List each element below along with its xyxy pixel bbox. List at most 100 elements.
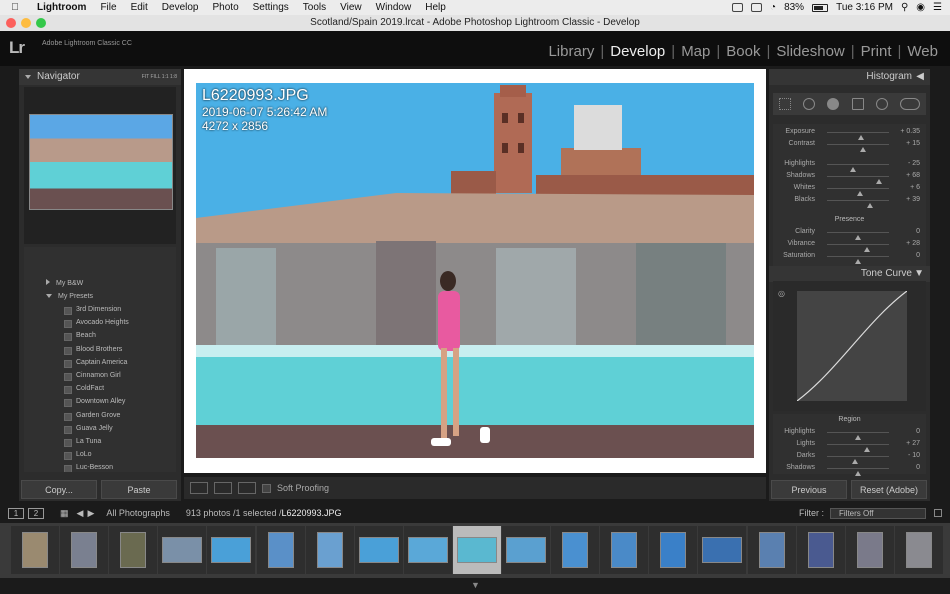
menu-edit[interactable]: Edit [124,2,155,13]
slider-track[interactable] [827,188,889,196]
crop-tool-icon[interactable] [779,98,792,110]
collapse-triangle-icon[interactable] [46,294,52,298]
filmstrip-thumbnail[interactable] [698,526,747,574]
slider-value[interactable]: - 10 [908,452,920,459]
slider-value[interactable]: + 0.35 [900,128,920,135]
filmstrip-thumbnail[interactable] [158,526,207,574]
menu-file[interactable]: File [93,2,123,13]
filmstrip-thumbnail[interactable] [452,526,501,574]
preset-item[interactable]: Guava Jelly [24,422,176,435]
grid-view-icon[interactable]: ▦ [60,508,69,519]
preset-folder-my-presets[interactable]: My Presets [24,290,176,303]
filmstrip-thumbnail[interactable] [403,526,452,574]
preset-item[interactable]: Beach [24,329,176,342]
slider-track[interactable] [827,200,889,208]
before-after-split-icon[interactable] [238,482,256,494]
module-print[interactable]: Print [855,43,898,60]
wifi-icon[interactable]: ◔ [770,2,776,13]
menu-develop[interactable]: Develop [155,2,206,13]
module-slideshow[interactable]: Slideshow [770,43,850,60]
filmstrip-thumbnail[interactable] [11,526,59,574]
slider-track[interactable] [827,456,889,464]
filmstrip-thumbnail[interactable] [600,526,649,574]
slider-track[interactable] [827,176,889,184]
preset-item[interactable]: ColdFact [24,382,176,395]
slider-value[interactable]: - 25 [908,160,920,167]
filmstrip-thumbnail[interactable] [207,526,256,574]
slider-value[interactable]: + 6 [910,184,920,191]
filmstrip-thumbnail[interactable] [649,526,698,574]
filmstrip-thumbnail[interactable] [747,526,796,574]
spot-removal-icon[interactable] [803,98,816,110]
menu-tools[interactable]: Tools [296,2,333,13]
preset-item[interactable]: Downtown Alley [24,395,176,408]
filmstrip-thumbnail[interactable] [894,526,943,574]
slider-track[interactable] [827,244,889,252]
reset-button[interactable]: Reset (Adobe) [851,480,927,499]
navigator-header[interactable]: Navigator FIT FILL 1:1 1:8 [19,69,181,85]
slider-value[interactable]: + 27 [906,440,920,447]
navigator-zoom-options[interactable]: FIT FILL 1:1 1:8 [142,69,177,85]
page-1-button[interactable]: 1 [8,507,24,519]
notification-center-icon[interactable]: ☰ [933,2,942,13]
loupe-view-icon[interactable] [190,482,208,494]
close-window-button[interactable] [6,18,16,28]
module-book[interactable]: Book [720,43,766,60]
preset-item[interactable]: Cinnamon Girl [24,369,176,382]
menu-help[interactable]: Help [418,2,453,13]
preset-item[interactable]: Avocado Heights [24,316,176,329]
expand-filmstrip-icon[interactable]: ▼ [471,580,480,590]
menu-settings[interactable]: Settings [246,2,296,13]
preset-item[interactable]: Blood Brothers [24,343,176,356]
slider-track[interactable] [827,164,889,172]
paste-button[interactable]: Paste [101,480,177,499]
slider-value[interactable]: + 15 [906,140,920,147]
slider-value[interactable]: 0 [916,428,920,435]
preset-item[interactable]: La Tuna [24,435,176,448]
radial-filter-icon[interactable] [875,98,888,110]
before-after-icon[interactable] [214,482,232,494]
zoom-window-button[interactable] [36,18,46,28]
preset-item[interactable]: Garden Grove [24,409,176,422]
battery-icon[interactable] [812,3,829,12]
red-eye-icon[interactable] [827,98,840,110]
preset-item[interactable]: 3rd Dimension [24,303,176,316]
filmstrip-thumbnail[interactable] [256,526,305,574]
slider-track[interactable] [827,232,889,240]
preset-folder-bw[interactable]: My B&W [24,277,176,290]
navigator-preview[interactable] [24,87,176,244]
preset-item[interactable]: Luc-Besson [24,461,176,472]
page-2-button[interactable]: 2 [28,507,44,519]
menu-app[interactable]: Lightroom [30,2,93,13]
filmstrip-thumbnail[interactable] [109,526,158,574]
clock[interactable]: Tue 3:16 PM [836,2,893,13]
module-develop[interactable]: Develop [604,43,671,60]
filmstrip-thumbnail[interactable] [551,526,600,574]
soft-proofing-checkbox[interactable] [262,483,271,493]
filmstrip-thumbnail[interactable] [502,526,550,574]
apple-icon[interactable]:  [0,2,30,13]
collapse-triangle-icon[interactable]: ◀ [916,69,924,85]
photo-canvas[interactable]: L6220993.JPG 2019-06-07 5:26:42 AM 4272 … [184,69,766,473]
module-web[interactable]: Web [901,43,944,60]
slider-value[interactable]: + 28 [906,240,920,247]
filmstrip-thumbnail[interactable] [845,526,894,574]
siri-icon[interactable]: ◉ [916,2,925,13]
graduated-filter-icon[interactable] [851,98,864,110]
slider-value[interactable]: 0 [916,252,920,259]
back-arrow-icon[interactable]: ◀ [77,508,84,519]
source-label[interactable]: All Photographs [106,508,170,518]
forward-arrow-icon[interactable]: ▶ [87,508,94,519]
search-icon[interactable]: ⚲ [901,2,908,13]
slider-track[interactable] [827,132,889,140]
filter-lock-icon[interactable] [934,509,942,517]
previous-button[interactable]: Previous [771,480,847,499]
adjustment-brush-icon[interactable] [899,98,920,110]
collapse-triangle-icon[interactable] [25,75,31,79]
filmstrip[interactable] [0,523,950,578]
filmstrip-thumbnail[interactable] [60,526,109,574]
app-status-icon[interactable] [751,3,763,12]
slider-track[interactable] [827,432,889,440]
copy-button[interactable]: Copy... [21,480,97,499]
slider-track[interactable] [827,144,889,152]
